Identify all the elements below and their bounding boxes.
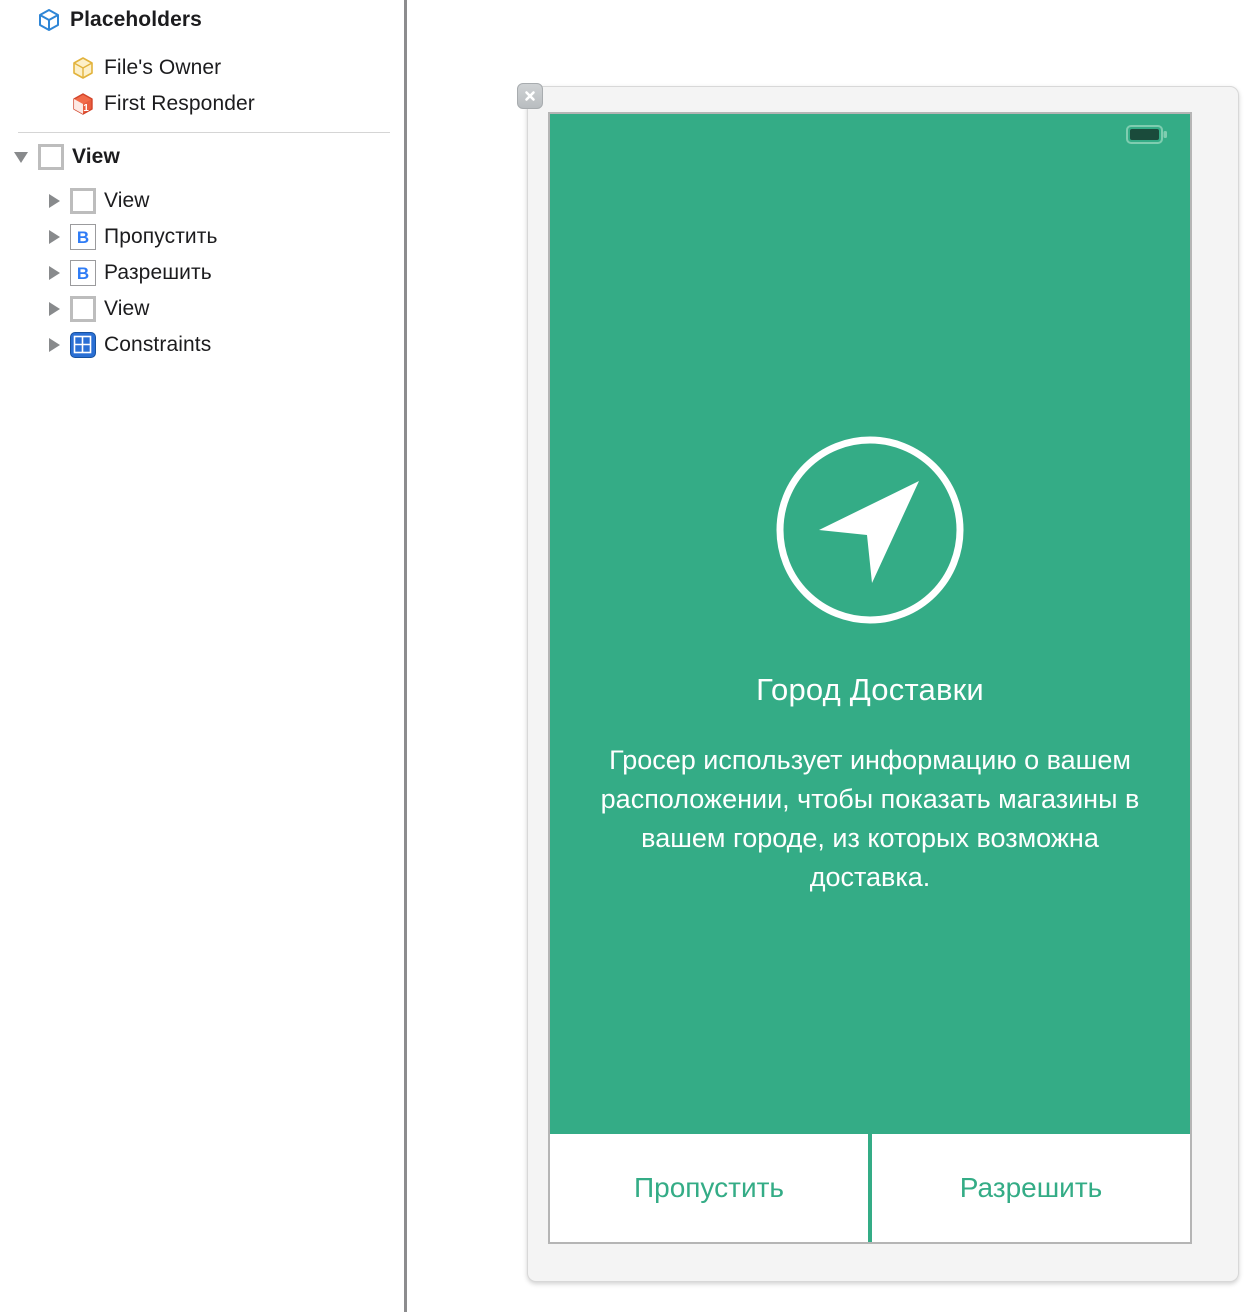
outline-section-label: Placeholders: [70, 8, 202, 31]
outline-item-files-owner[interactable]: File's Owner: [70, 53, 221, 83]
outline-node-label: View: [72, 145, 120, 168]
storyboard-canvas: Город Доставки Гросер использует информа…: [407, 0, 1260, 1312]
disclosure-triangle-closed-icon[interactable]: [46, 228, 64, 246]
screen-title: Город Доставки: [756, 672, 984, 707]
outline-node-view-child-1[interactable]: View: [46, 186, 150, 216]
outline-node-label: Пропустить: [104, 225, 218, 248]
outline-node-constraints[interactable]: Constraints: [46, 330, 211, 360]
location-arrow-circle-icon: [772, 432, 968, 633]
outline-node-button-allow[interactable]: B Разрешить: [46, 258, 212, 288]
device-screen: Город Доставки Гросер использует информа…: [548, 112, 1192, 1244]
outline-divider: [18, 132, 390, 133]
outline-node-view-child-2[interactable]: View: [46, 294, 150, 324]
document-outline-panel: Placeholders File's Owner 1 First Respon…: [0, 0, 404, 1312]
button-icon: B: [70, 260, 96, 286]
button-icon: B: [70, 224, 96, 250]
outline-node-label: Разрешить: [104, 261, 212, 284]
constraints-icon: [70, 332, 96, 358]
screen-content: Город Доставки Гросер использует информа…: [550, 114, 1190, 1138]
outline-item-first-responder[interactable]: 1 First Responder: [70, 89, 255, 119]
outline-node-label: View: [104, 189, 150, 212]
disclosure-triangle-open-icon[interactable]: [14, 148, 32, 166]
outline-item-label: File's Owner: [104, 56, 222, 79]
outline-node-button-skip[interactable]: B Пропустить: [46, 222, 218, 252]
action-button-bar: Пропустить Разрешить: [550, 1134, 1190, 1242]
view-icon: [38, 144, 64, 170]
screen-body-text: Гросер использует информацию о вашем рас…: [600, 745, 1140, 892]
close-icon[interactable]: [517, 83, 543, 109]
disclosure-triangle-closed-icon[interactable]: [46, 300, 64, 318]
cube-blue-icon: [36, 7, 62, 33]
outline-section-placeholders[interactable]: Placeholders: [36, 5, 202, 35]
outline-node-label: Constraints: [104, 333, 212, 356]
outline-node-view-root[interactable]: View: [14, 142, 120, 172]
cube-yellow-icon: [70, 55, 96, 81]
disclosure-triangle-closed-icon[interactable]: [46, 192, 64, 210]
hero-icon-container: [550, 432, 1190, 633]
outline-item-label: First Responder: [104, 92, 255, 115]
battery-full-icon: [1126, 125, 1168, 144]
disclosure-triangle-closed-icon[interactable]: [46, 336, 64, 354]
view-icon: [70, 296, 96, 322]
view-icon: [70, 188, 96, 214]
svg-text:1: 1: [83, 103, 89, 114]
cube-orange-one-icon: 1: [70, 91, 96, 117]
outline-node-label: View: [104, 297, 150, 320]
disclosure-triangle-closed-icon[interactable]: [46, 264, 64, 282]
allow-button[interactable]: Разрешить: [872, 1134, 1190, 1242]
skip-button[interactable]: Пропустить: [550, 1134, 868, 1242]
device-frame: Город Доставки Гросер использует информа…: [517, 83, 1239, 1282]
